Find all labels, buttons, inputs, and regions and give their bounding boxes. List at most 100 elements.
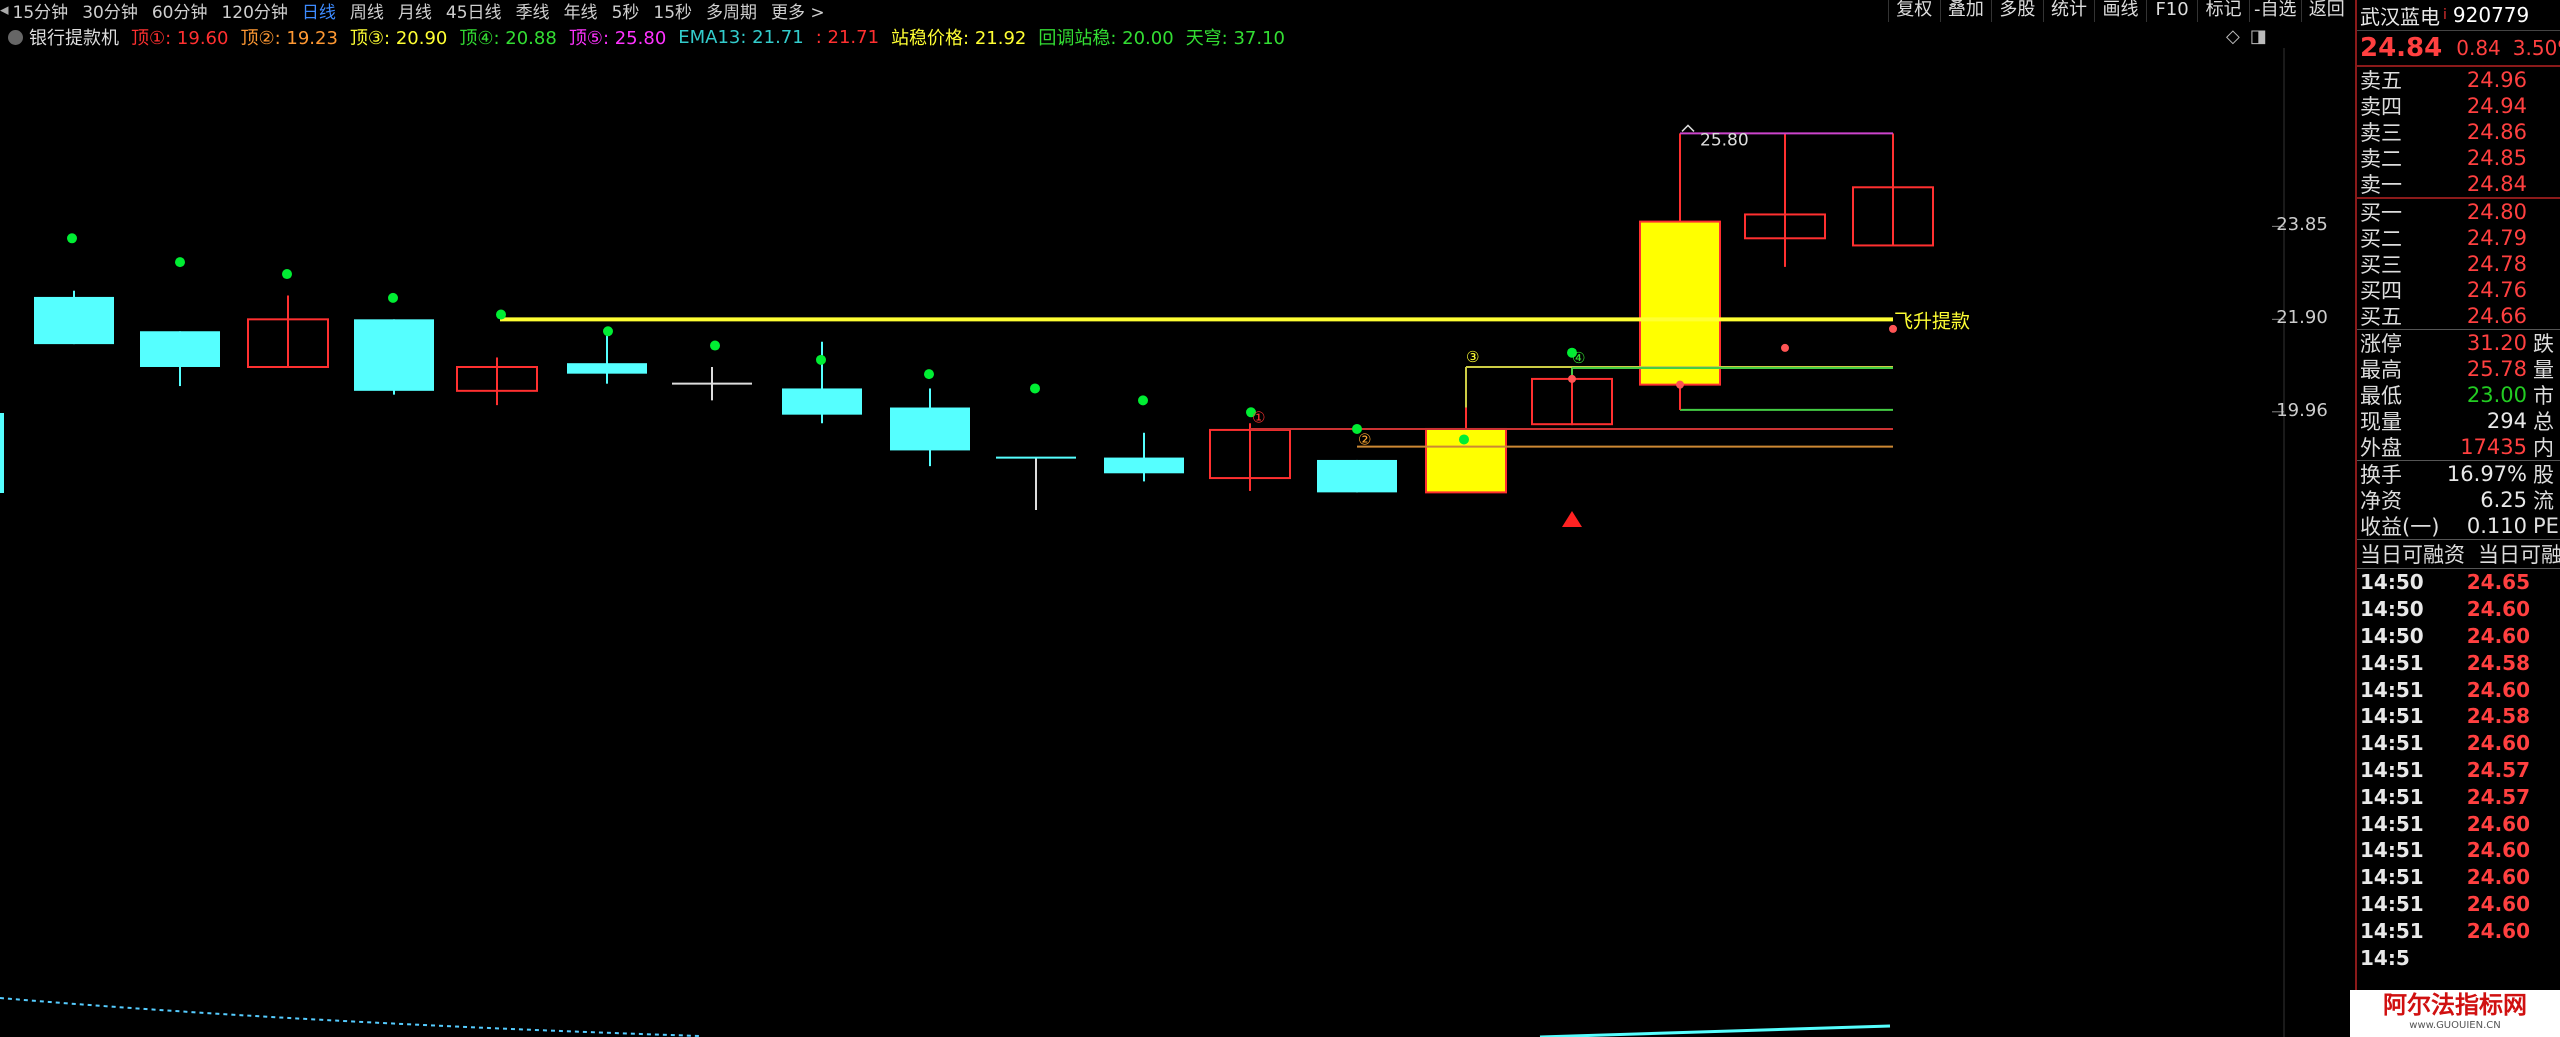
high-price-label: 25.80 [1700, 130, 1749, 150]
tick-time: 14:51 [2360, 865, 2424, 890]
bids-price: 24.80 [2466, 200, 2527, 224]
tick-row: 14:50 24.65 [2357, 569, 2560, 596]
signal-dot-green [1459, 434, 1469, 445]
bids-row[interactable]: 买三 24.78 [2357, 251, 2560, 277]
period-tab-1[interactable]: 30分钟 [82, 0, 138, 23]
tick-row: 14:51 24.60 [2357, 917, 2560, 944]
bids-row[interactable]: 买二 24.79 [2357, 225, 2560, 251]
watermark: 阿尔法指标网 www.GUOUIEN.CN [2350, 990, 2560, 1037]
asks-price: 24.94 [2466, 94, 2527, 118]
price-axis-label: 19.96 [2276, 399, 2328, 421]
info-icon[interactable]: i [2443, 7, 2447, 23]
tick-time: 14:51 [2360, 918, 2424, 943]
diamond-icon[interactable]: ◇ [2226, 26, 2240, 47]
toolbar-button-5[interactable]: F10 [2145, 0, 2198, 22]
tick-row: 14:5 [2357, 944, 2560, 971]
indicator-value-9: 天穹: 37.10 [1185, 28, 1286, 49]
indicator-value-7: 站稳价格: 21.92 [891, 28, 1027, 49]
toolbar-button-0[interactable]: 复权 [1888, 0, 1940, 22]
signal-dot-red [1676, 380, 1684, 389]
bids-price: 24.66 [2466, 304, 2527, 328]
toolbar-button-6[interactable]: 标记 [2197, 0, 2249, 22]
toolbar-button-4[interactable]: 画线 [2094, 0, 2146, 22]
level-marker-2: ② [1358, 430, 1371, 448]
stat-row: 最高 25.78 量 [2357, 356, 2560, 382]
indicator-toggle-icon[interactable] [8, 29, 23, 45]
candlestick-chart[interactable]: 25.80 飞升提款 ① ② ③ ④ [0, 48, 2355, 1037]
indicator-value-1: 顶②: 19.23 [240, 28, 338, 49]
stat-value: 294 [2486, 409, 2527, 433]
period-tab-5[interactable]: 周线 [350, 0, 384, 23]
period-tab-7[interactable]: 45日线 [446, 0, 502, 23]
period-tab-6[interactable]: 月线 [398, 0, 432, 23]
toolbar-button-1[interactable]: 叠加 [1939, 0, 1992, 22]
tick-row: 14:50 24.60 [2357, 623, 2560, 650]
signal-dot-red [1568, 374, 1576, 383]
stock-name: 武汉蓝电 [2360, 4, 2440, 29]
period-tab-4[interactable]: 日线 [302, 0, 336, 23]
period-tab-10[interactable]: 5秒 [612, 0, 640, 23]
period-tab-0[interactable]: 15分钟 [13, 0, 69, 23]
tick-price: 24.65 [2466, 570, 2530, 595]
tick-price: 24.58 [2466, 704, 2530, 729]
stat-value: 25.78 [2466, 357, 2527, 381]
bids-row[interactable]: 买四 24.76 [2357, 277, 2560, 303]
asks-price: 24.84 [2466, 172, 2527, 196]
period-menu-icon[interactable]: ◂ [0, 0, 9, 20]
asks-row[interactable]: 卖四 24.94 [2357, 93, 2560, 119]
asks-row[interactable]: 卖二 24.85 [2357, 145, 2560, 171]
tick-price: 24.57 [2466, 784, 2530, 809]
stat-row: 涨停 31.20 跌 [2357, 330, 2560, 356]
candle-body-signal [1639, 220, 1721, 386]
stock-terminal-window: ◂ 15分钟 30分钟 60分钟 120分钟 日线 周线 月线 45日线 季线 年线 5秒 15秒 多周… [0, 0, 2560, 1037]
asks-row[interactable]: 卖一 24.84 [2357, 171, 2560, 197]
tick-price: 24.60 [2466, 677, 2530, 702]
ticks-header: 当日可融资 当日可融 [2357, 540, 2560, 569]
period-tab-3[interactable]: 120分钟 [221, 0, 287, 23]
toolbar-button-2[interactable]: 多股 [1991, 0, 2043, 22]
tick-price: 24.60 [2466, 597, 2530, 622]
bids-row[interactable]: 买一 24.80 [2357, 199, 2560, 225]
asks-row[interactable]: 卖五 24.96 [2357, 67, 2560, 93]
tick-list[interactable]: 14:50 24.65 14:50 24.60 14:50 24.60 14:51 24.58… [2357, 569, 2560, 971]
period-tab-8[interactable]: 季线 [516, 0, 550, 23]
indicator-name[interactable]: 银行提款机 [29, 24, 119, 50]
ticks-header-label-0: 当日可融资 [2360, 543, 2465, 567]
signal-dot-green [67, 233, 77, 244]
tick-time: 14:50 [2360, 570, 2424, 595]
period-tab-11[interactable]: 15秒 [653, 0, 692, 23]
candle-body-down [140, 331, 220, 367]
toolbar-button-8[interactable]: 返回 [2300, 0, 2353, 22]
period-tab-9[interactable]: 年线 [564, 0, 598, 23]
indicator-value-6: : 21.71 [815, 26, 880, 48]
stat-extra-label: 流 [2533, 489, 2554, 513]
asks-label: 卖一 [2360, 173, 2402, 197]
asks-price: 24.85 [2466, 146, 2527, 170]
period-tab-2[interactable]: 60分钟 [152, 0, 208, 23]
tick-time: 14:51 [2360, 811, 2424, 836]
stat-value: 17435 [2460, 435, 2527, 459]
ask-book: 卖五 24.96 卖四 24.94 卖三 24.86 卖二 24.85 卖一 24.84 [2357, 67, 2560, 199]
last-price: 24.84 [2360, 33, 2443, 63]
period-tab-13[interactable]: 更多 > [771, 0, 825, 23]
signal-dot-green [603, 326, 613, 337]
stat-row: 净资 6.25 流 [2357, 487, 2560, 513]
toolbar-button-3[interactable]: 统计 [2042, 0, 2095, 22]
asks-row[interactable]: 卖三 24.86 [2357, 119, 2560, 145]
indicator-value-5: EMA13: 21.71 [678, 26, 804, 48]
tick-row: 14:51 24.57 [2357, 757, 2560, 784]
tick-row: 14:51 24.60 [2357, 730, 2560, 757]
signal-dot-green [1030, 383, 1040, 394]
bids-row[interactable]: 买五 24.66 [2357, 303, 2560, 329]
tick-row: 14:51 24.60 [2357, 810, 2560, 837]
toolbar-button-7[interactable]: -自选 [2248, 0, 2301, 22]
stats-block-2: 换手 16.97% 股净资 6.25 流收益(一) 0.110 PE [2357, 461, 2560, 540]
period-tab-12[interactable]: 多周期 [706, 0, 757, 23]
indicator-header: 银行提款机 顶①: 19.60 顶②: 19.23 顶③: 20.90 顶④: 20.… [0, 24, 2270, 50]
asks-price: 24.96 [2466, 68, 2527, 92]
price-axis-label: 21.90 [2276, 307, 2328, 329]
window-split-icon[interactable]: ◨ [2250, 26, 2267, 47]
indicator-value-4: 顶⑤: 25.80 [568, 28, 667, 49]
indicator-value-0: 顶①: 19.60 [131, 28, 229, 49]
stat-value: 31.20 [2466, 331, 2527, 355]
